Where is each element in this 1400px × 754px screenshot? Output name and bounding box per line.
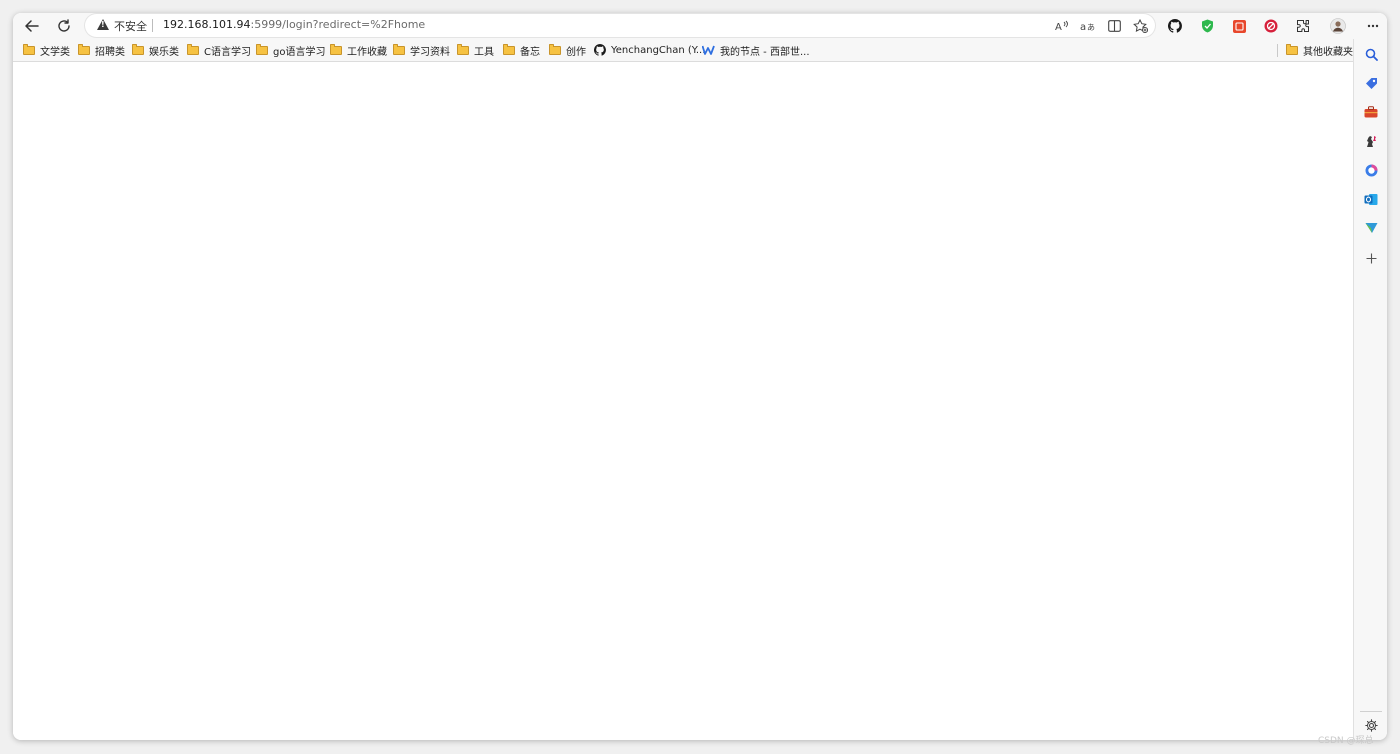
bookmark-label: YenchangChan (Y... (611, 44, 706, 56)
github-icon[interactable] (1166, 17, 1184, 35)
bookmark-label: 文学类 (40, 46, 70, 58)
bookmark-folder[interactable]: 娱乐类 (132, 42, 179, 58)
more-menu-icon[interactable] (1364, 17, 1382, 35)
folder-icon (457, 43, 469, 55)
add-favorite-icon[interactable] (1131, 17, 1149, 34)
folder-icon (393, 43, 405, 55)
folder-icon (330, 43, 342, 55)
bookmarks-divider (1277, 44, 1278, 57)
bookmark-folder-other[interactable]: 其他收藏夹 (1286, 42, 1353, 58)
folder-icon (132, 43, 144, 55)
tag-icon[interactable] (1362, 74, 1380, 92)
bookmark-folder[interactable]: go语言学习 (256, 42, 325, 58)
toolbox-icon[interactable] (1362, 103, 1380, 121)
url-text[interactable]: 192.168.101.94:5999/login?redirect=%2Fho… (163, 18, 425, 31)
edge-sidebar (1353, 39, 1387, 740)
red-circle-extension-icon[interactable] (1262, 17, 1280, 35)
bookmark-folder[interactable]: 创作 (549, 42, 586, 58)
security-label[interactable]: 不安全 (114, 18, 147, 34)
translate-icon[interactable]: aあ (1079, 17, 1097, 34)
add-icon[interactable] (1362, 249, 1380, 267)
bookmark-folder[interactable]: C语言学习 (187, 42, 251, 58)
send-icon[interactable] (1362, 219, 1380, 237)
bookmark-label: go语言学习 (273, 46, 326, 58)
folder-icon (78, 43, 90, 55)
github-icon (594, 44, 606, 56)
svg-text:a: a (1080, 22, 1086, 32)
split-screen-icon[interactable] (1105, 17, 1123, 34)
address-bar[interactable]: 不安全 192.168.101.94:5999/login?redirect=%… (85, 14, 1155, 37)
bookmark-label: 备忘 (520, 46, 540, 58)
bookmark-label: 娱乐类 (149, 46, 179, 58)
watermark: CSDN @琛总 (1318, 736, 1374, 746)
warning-icon[interactable] (97, 19, 109, 30)
refresh-icon[interactable] (54, 16, 74, 36)
folder-icon (256, 43, 268, 55)
folder-icon (187, 43, 199, 55)
bookmark-folder[interactable]: 学习资料 (393, 42, 450, 58)
settings-gear-icon[interactable] (1362, 716, 1380, 734)
read-aloud-icon[interactable]: A (1053, 17, 1071, 34)
browser-toolbar: 不安全 192.168.101.94:5999/login?redirect=%… (13, 13, 1387, 39)
browser-window: 不安全 192.168.101.94:5999/login?redirect=%… (13, 13, 1387, 740)
bookmark-folder[interactable]: 工作收藏 (330, 42, 387, 58)
bookmark-label: 我的节点 - 西部世... (720, 46, 810, 58)
bookmark-label: C语言学习 (204, 46, 251, 58)
bookmark-label: 工具 (474, 46, 494, 58)
sidebar-divider (1360, 711, 1382, 712)
bookmark-link-github[interactable]: YenchangChan (Y... (594, 42, 705, 58)
folder-icon (23, 43, 35, 55)
bookmark-folder[interactable]: 备忘 (503, 42, 540, 58)
bookmarks-bar: 文学类 招聘类 娱乐类 C语言学习 go语言学习 工作收藏 学习资料 工具 备忘… (13, 39, 1353, 62)
w-logo-icon (702, 45, 715, 55)
bookmark-label: 工作收藏 (347, 46, 387, 58)
address-divider (152, 19, 153, 32)
bookmark-link-node[interactable]: 我的节点 - 西部世... (702, 42, 810, 58)
folder-icon (503, 43, 515, 55)
red-extension-icon[interactable] (1230, 17, 1248, 35)
url-host: 192.168.101.94 (163, 18, 251, 31)
page-content[interactable] (13, 62, 1353, 740)
shield-extension-icon[interactable] (1198, 17, 1216, 35)
outlook-icon[interactable] (1362, 190, 1380, 208)
bookmark-label: 其他收藏夹 (1303, 46, 1353, 58)
extensions-puzzle-icon[interactable] (1294, 17, 1312, 35)
svg-text:あ: あ (1087, 23, 1095, 32)
folder-icon (549, 43, 561, 55)
office-icon[interactable] (1362, 161, 1380, 179)
bookmark-label: 招聘类 (95, 46, 125, 58)
bookmark-label: 创作 (566, 46, 586, 58)
profile-avatar-icon[interactable] (1329, 17, 1347, 35)
back-arrow-icon[interactable] (22, 16, 42, 36)
svg-text:A: A (1055, 22, 1062, 32)
bookmark-folder[interactable]: 文学类 (23, 42, 70, 58)
chess-icon[interactable] (1362, 132, 1380, 150)
url-path: :5999/login?redirect=%2Fhome (250, 18, 426, 31)
bookmark-label: 学习资料 (410, 46, 450, 58)
folder-icon (1286, 43, 1298, 55)
bookmark-folder[interactable]: 工具 (457, 42, 494, 58)
search-icon[interactable] (1362, 45, 1380, 63)
bookmark-folder[interactable]: 招聘类 (78, 42, 125, 58)
